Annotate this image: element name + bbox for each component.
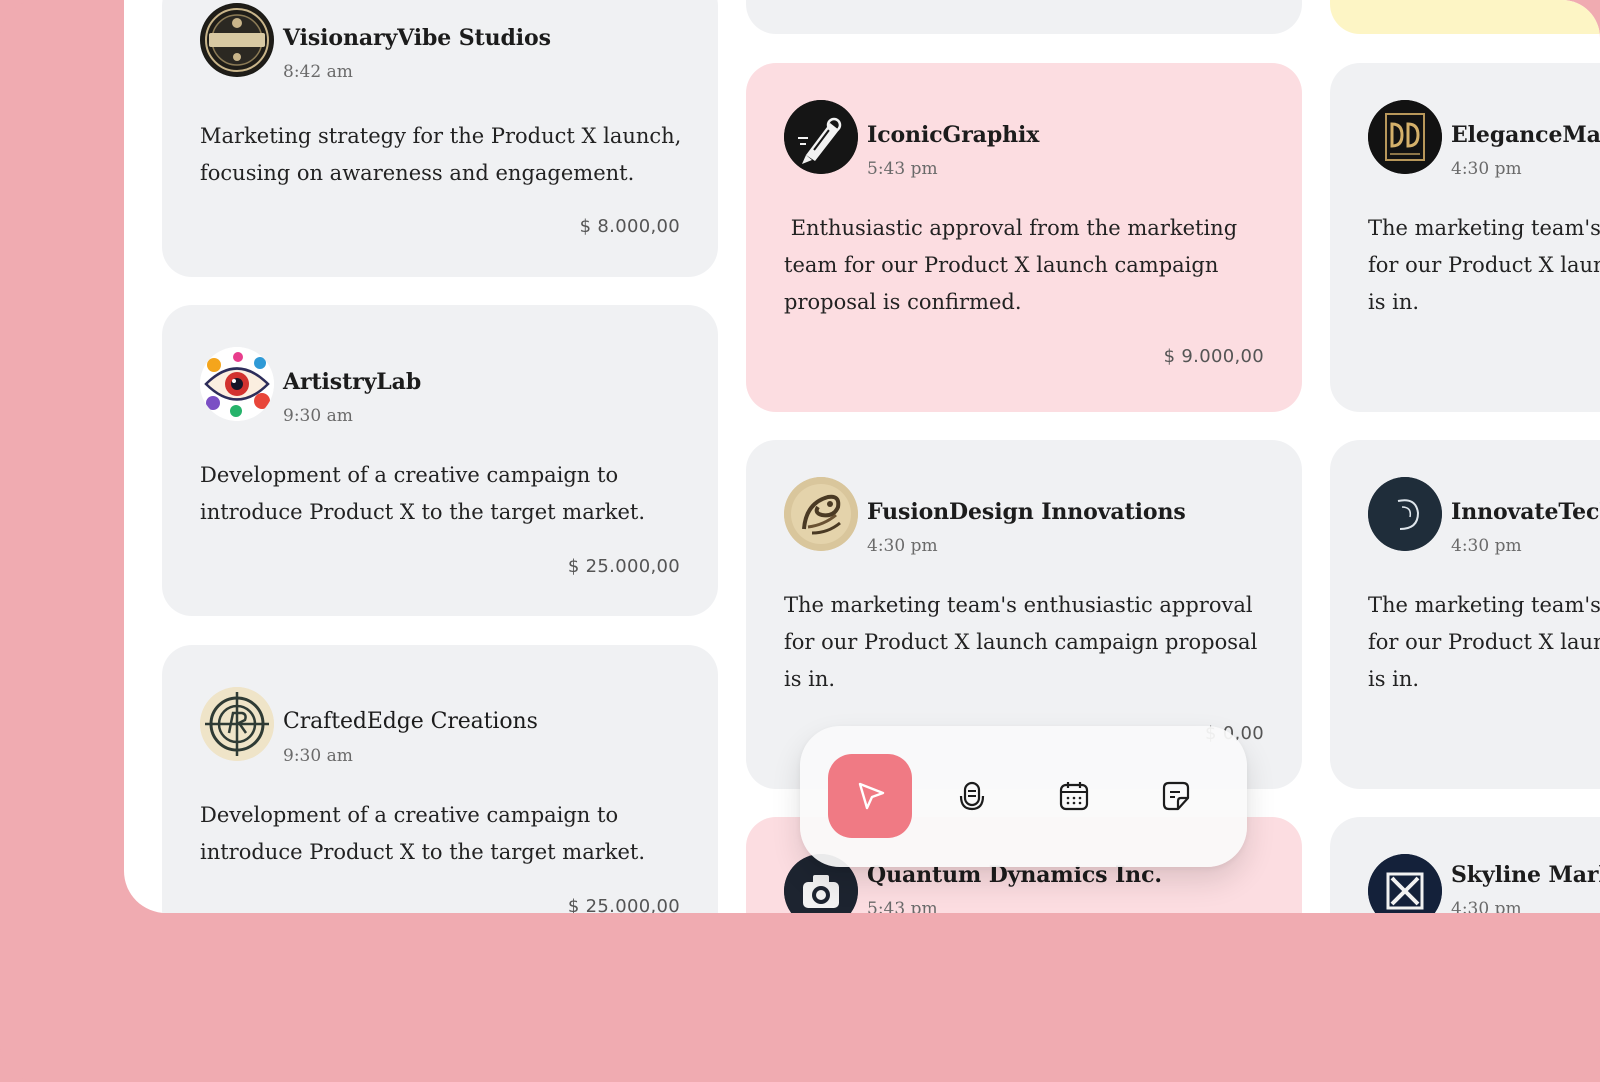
timestamp: 5:43 pm (867, 159, 938, 179)
proposal-amount: $ 25.000,00 (567, 556, 680, 577)
proposal-amount: $ 25.000,00 (567, 896, 680, 913)
microphone-button[interactable] (930, 754, 1014, 838)
dd-monogram-logo-icon (1368, 100, 1442, 174)
client-name: ArtistryLab (283, 369, 422, 395)
send-button[interactable] (828, 754, 912, 838)
target-emblem-logo-icon (200, 687, 274, 761)
timestamp: 5:43 pm (867, 899, 938, 913)
microphone-icon (959, 781, 985, 811)
timestamp: 9:30 am (283, 406, 353, 426)
x-monogram-logo-icon (1368, 854, 1442, 913)
proposal-description: Development of a creative campaign to in… (200, 803, 646, 864)
proposal-description: The marketing team's enthusiastic approv… (784, 593, 1264, 691)
desaigy-badge-logo-icon (200, 3, 274, 77)
timestamp: 4:30 pm (867, 536, 938, 556)
timestamp: 9:30 am (283, 746, 353, 766)
proposal-description: Enthusiastic approval from the marketing… (784, 216, 1244, 314)
proposal-card[interactable]: ArtistryLab 9:30 am Development of a cre… (162, 305, 718, 616)
timestamp: 4:30 pm (1451, 899, 1522, 913)
client-name: FusionDesign Innovations (867, 499, 1186, 525)
client-name: CraftedEdge Creations (283, 709, 538, 734)
proposal-description: Marketing strategy for the Product X lau… (200, 124, 689, 185)
client-name: IconicGraphix (867, 122, 1040, 148)
proposal-card-partial[interactable] (746, 0, 1302, 34)
proposal-card[interactable]: VisionaryVibe Studios 8:42 am Marketing … (162, 0, 718, 277)
note-button[interactable] (1134, 754, 1218, 838)
floating-toolbar (800, 726, 1247, 867)
send-cursor-icon (858, 782, 885, 810)
client-name: InnovateTech (1451, 499, 1600, 525)
proposal-description: Development of a creative campaign to in… (200, 463, 646, 524)
proposal-card-partial[interactable] (1330, 0, 1600, 34)
proposal-amount: $ 8.000,00 (579, 216, 680, 237)
proposal-card[interactable]: CraftedEdge Creations 9:30 am Developmen… (162, 645, 718, 913)
timestamp: 8:42 am (283, 62, 353, 82)
timestamp: 4:30 pm (1451, 159, 1522, 179)
client-name: Skyline Mark (1451, 862, 1600, 888)
proposal-card[interactable]: Skyline Mark 4:30 pm (1330, 817, 1600, 913)
app-frame: VisionaryVibe Studios 8:42 am Marketing … (0, 0, 1600, 1082)
client-name: EleganceMak (1451, 122, 1600, 148)
pen-nib-logo-icon (784, 100, 858, 174)
note-icon (1162, 781, 1190, 811)
proposal-card[interactable]: InnovateTech 4:30 pm The marketing team'… (1330, 440, 1600, 789)
crescent-swirl-logo-icon (1368, 477, 1442, 551)
proposal-description: The marketing team's for our Product X l… (1368, 216, 1600, 314)
client-name: VisionaryVibe Studios (283, 25, 551, 51)
ornamental-swirl-logo-icon (784, 477, 858, 551)
colorful-eye-logo-icon (200, 347, 274, 421)
timestamp: 4:30 pm (1451, 536, 1522, 556)
proposal-description: The marketing team's for our Product X l… (1368, 593, 1600, 691)
calendar-icon (1059, 782, 1089, 811)
calendar-button[interactable] (1032, 754, 1116, 838)
proposal-amount: $ 9.000,00 (1163, 346, 1264, 367)
proposal-card-highlighted[interactable]: IconicGraphix 5:43 pm Enthusiastic appro… (746, 63, 1302, 412)
proposal-card[interactable]: EleganceMak 4:30 pm The marketing team's… (1330, 63, 1600, 412)
